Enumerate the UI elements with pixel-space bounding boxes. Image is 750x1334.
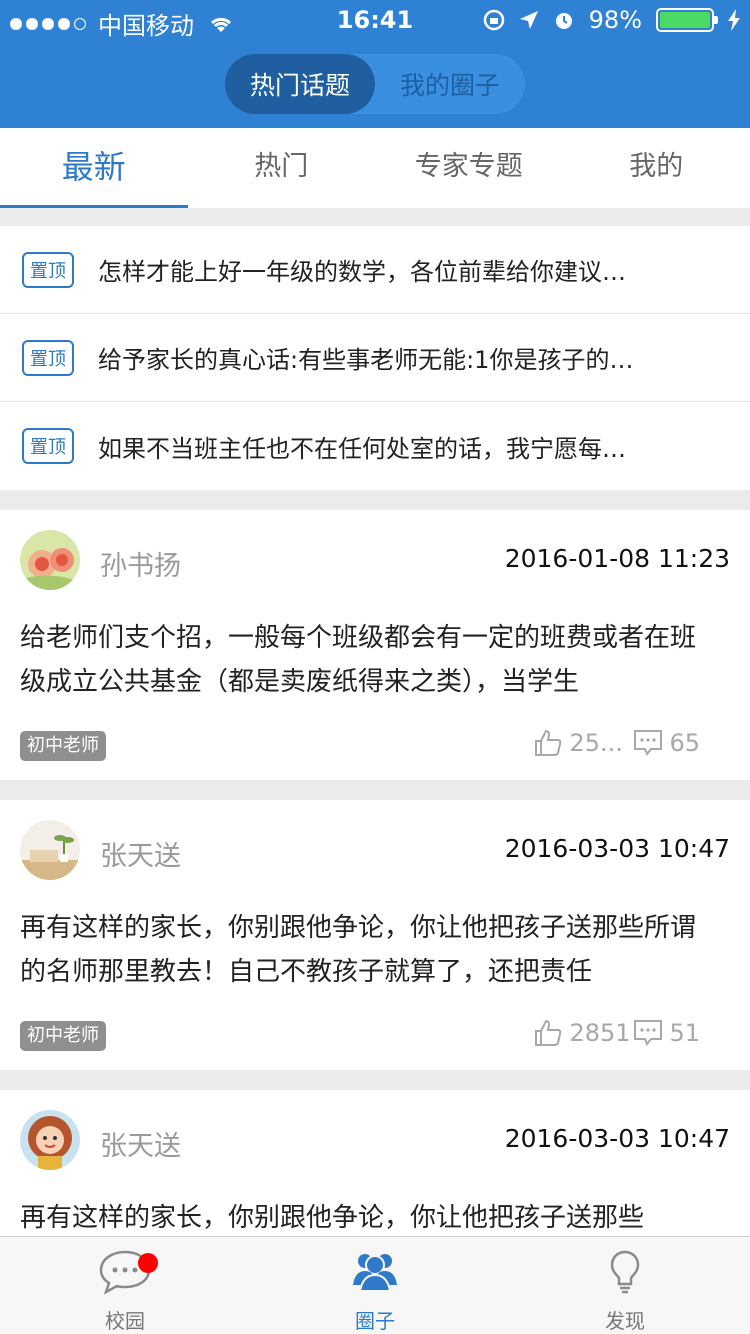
comment-icon <box>634 1020 663 1046</box>
post-content: 再有这样的家长，你别跟他争论，你让他把孩子送那些 <box>20 1203 645 1233</box>
battery-percent: 98% <box>588 6 642 34</box>
nav-discover[interactable]: 发现 <box>500 1237 750 1334</box>
post-date: 2016-03-03 10:47 <box>504 834 730 863</box>
post-author[interactable]: 孙书扬 <box>100 544 181 583</box>
post-date: 2016-01-08 11:23 <box>504 544 730 573</box>
comment-count: 65 <box>669 729 700 757</box>
thumbs-up-icon <box>535 1019 562 1046</box>
post-author[interactable]: 张天送 <box>100 834 181 873</box>
tab-expert-topics[interactable]: 专家专题 <box>375 128 563 208</box>
nav-label: 发现 <box>605 1309 645 1333</box>
tab-hot[interactable]: 热门 <box>188 128 376 208</box>
post-card[interactable]: 张天送 2016-03-03 10:47 再有这样的家长，你别跟他争论，你让他把… <box>0 800 750 1070</box>
pinned-item[interactable]: 置顶 给予家长的真心话:有些事老师无能:1你是孩子的… <box>0 314 750 402</box>
like-stat[interactable]: 2851 <box>533 1018 633 1048</box>
pinned-list: 置顶 怎样才能上好一年级的数学，各位前辈给你建议… 置顶 给予家长的真心话:有些… <box>0 226 750 490</box>
pinned-item[interactable]: 置顶 如果不当班主任也不在任何处室的话，我宁愿每… <box>0 402 750 490</box>
post-content: 再有这样的家长，你别跟他争论，你让他把孩子送那些所谓的名师那里教去！自己不教孩子… <box>20 913 697 987</box>
pinned-item[interactable]: 置顶 怎样才能上好一年级的数学，各位前辈给你建议… <box>0 226 750 314</box>
nav-label: 圈子 <box>355 1309 395 1333</box>
segment-hot-topics[interactable]: 热门话题 <box>225 54 375 114</box>
status-right: 98% <box>483 6 740 34</box>
pinned-title: 给予家长的真心话:有些事老师无能:1你是孩子的… <box>98 346 634 374</box>
nav-campus[interactable]: 校园 <box>0 1237 250 1334</box>
like-count: 25... <box>569 729 623 757</box>
comment-stat[interactable]: 51 <box>633 1019 700 1047</box>
role-tag: 初中老师 <box>20 731 106 761</box>
post-stats: 2851 51 <box>533 1018 700 1048</box>
thumbs-up-icon <box>535 729 562 756</box>
comment-icon <box>634 730 663 756</box>
post-stats: 25... 65 <box>533 728 700 758</box>
nav-label: 校园 <box>105 1309 145 1333</box>
post-content: 给老师们支个招，一般每个班级都会有一定的班费或者在班级成立公共基金（都是卖废纸得… <box>20 623 697 697</box>
tab-mine[interactable]: 我的 <box>563 128 750 208</box>
comment-stat[interactable]: 65 <box>633 729 700 757</box>
like-stat[interactable]: 25... <box>533 728 633 758</box>
location-icon <box>519 11 538 29</box>
avatar[interactable] <box>20 820 80 880</box>
pinned-badge: 置顶 <box>22 339 74 376</box>
bottom-tab-bar: 校园 圈子 发现 <box>0 1236 750 1334</box>
status-bar: 中国移动 16:41 98% <box>0 0 750 40</box>
segment-my-circles[interactable]: 我的圈子 <box>375 54 525 114</box>
segmented-control: 热门话题 我的圈子 <box>225 54 525 114</box>
avatar[interactable] <box>20 1110 80 1170</box>
pinned-title: 如果不当班主任也不在任何处室的话，我宁愿每… <box>98 434 626 463</box>
pinned-badge: 置顶 <box>22 251 74 288</box>
category-tabs: 最新 热门 专家专题 我的 <box>0 128 750 208</box>
pinned-badge: 置顶 <box>22 428 74 464</box>
group-icon <box>353 1254 397 1292</box>
pinned-title: 怎样才能上好一年级的数学，各位前辈给你建议… <box>98 258 626 286</box>
post-card[interactable]: 孙书扬 2016-01-08 11:23 给老师们支个招，一般每个班级都会有一定… <box>0 510 750 780</box>
alarm-icon <box>555 13 572 29</box>
nav-circles[interactable]: 圈子 <box>250 1237 500 1334</box>
charging-icon <box>728 9 740 31</box>
like-count: 2851 <box>569 1019 631 1047</box>
rotation-lock-icon <box>483 9 504 31</box>
role-tag: 初中老师 <box>20 1021 106 1051</box>
avatar[interactable] <box>20 530 80 590</box>
post-author[interactable]: 张天送 <box>100 1124 181 1163</box>
tab-latest[interactable]: 最新 <box>0 128 188 208</box>
post-card[interactable]: 张天送 2016-03-03 10:47 再有这样的家长，你别跟他争论，你让他把… <box>0 1090 750 1236</box>
lightbulb-icon <box>610 1250 640 1294</box>
notification-badge <box>138 1253 158 1273</box>
comment-count: 51 <box>669 1019 700 1047</box>
app-header: 中国移动 16:41 98% 热门话题 我的圈子 <box>0 0 750 128</box>
battery-icon <box>656 8 718 32</box>
post-date: 2016-03-03 10:47 <box>504 1124 730 1153</box>
